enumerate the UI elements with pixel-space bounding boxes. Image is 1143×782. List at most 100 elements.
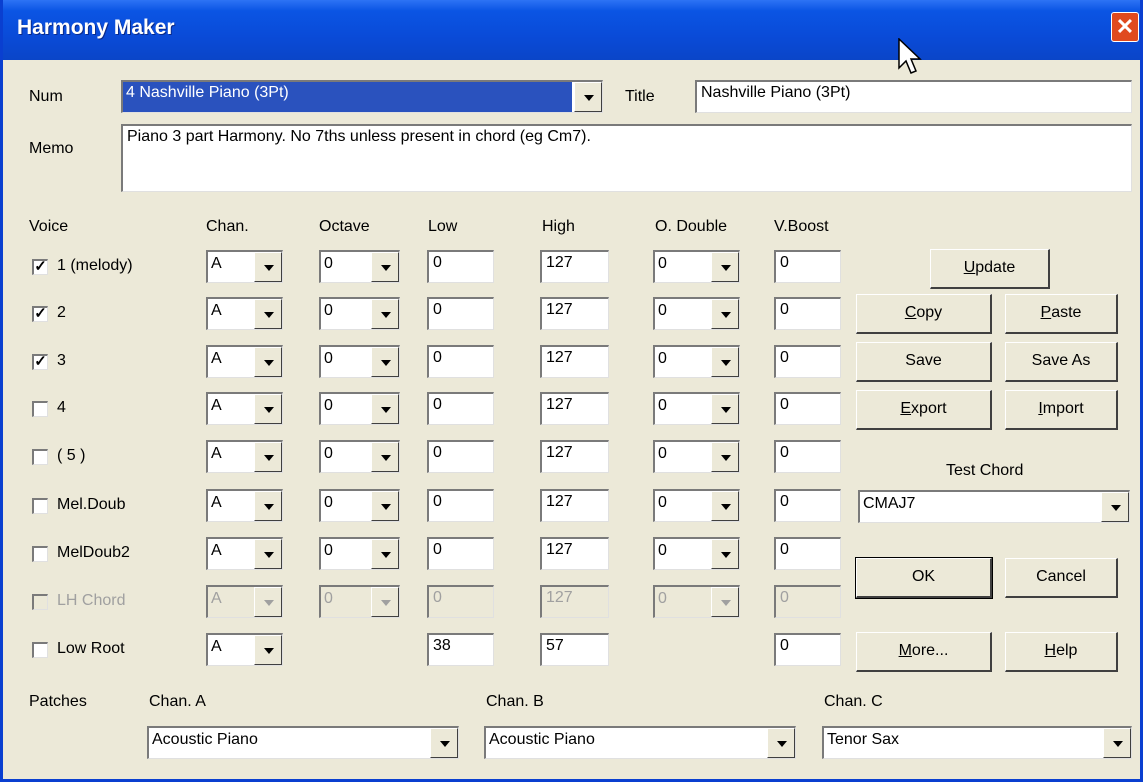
chevron-down-icon[interactable] [711, 394, 739, 424]
chevron-down-icon[interactable] [711, 442, 739, 472]
voice-chan-select[interactable]: A [206, 440, 283, 473]
chevron-down-icon[interactable] [574, 82, 602, 112]
paste-button[interactable]: Paste [1005, 294, 1118, 334]
voice-vboost-field[interactable]: 0 [774, 489, 841, 522]
num-select[interactable]: 4 Nashville Piano (3Pt) [121, 80, 603, 113]
title-bar[interactable]: Harmony Maker ✕ [3, 0, 1140, 60]
cancel-button[interactable]: Cancel [1005, 558, 1118, 598]
voice-checkbox[interactable] [32, 546, 48, 562]
chevron-down-icon[interactable] [711, 491, 739, 521]
chevron-down-icon[interactable] [371, 491, 399, 521]
voice-odouble-select[interactable]: 0 [653, 392, 740, 425]
voice-chan-select[interactable]: A [206, 489, 283, 522]
export-button[interactable]: Export [856, 390, 992, 430]
voice-odouble-select[interactable]: 0 [653, 489, 740, 522]
voice-chan-select[interactable]: A [206, 345, 283, 378]
voice-low-field[interactable]: 0 [427, 440, 494, 473]
voice-checkbox[interactable] [32, 642, 48, 658]
voice-high-field[interactable]: 127 [540, 250, 609, 283]
chevron-down-icon[interactable] [711, 347, 739, 377]
chevron-down-icon[interactable] [711, 539, 739, 569]
voice-octave-select[interactable]: 0 [319, 345, 400, 378]
chevron-down-icon[interactable] [371, 442, 399, 472]
title-field[interactable]: Nashville Piano (3Pt) [695, 80, 1132, 113]
voice-odouble-select[interactable]: 0 [653, 440, 740, 473]
chevron-down-icon[interactable] [254, 491, 282, 521]
chevron-down-icon[interactable] [430, 728, 458, 758]
voice-chan-select[interactable]: A [206, 537, 283, 570]
voice-low-field[interactable]: 38 [427, 633, 494, 666]
voice-vboost-field[interactable]: 0 [774, 345, 841, 378]
voice-vboost-field[interactable]: 0 [774, 297, 841, 330]
chan-b-patch-select[interactable]: Acoustic Piano [484, 726, 796, 759]
voice-vboost-field[interactable]: 0 [774, 392, 841, 425]
update-button[interactable]: Update [930, 249, 1050, 289]
voice-high-field[interactable]: 127 [540, 345, 609, 378]
save-as-button[interactable]: Save As [1005, 342, 1118, 382]
save-button[interactable]: Save [856, 342, 992, 382]
voice-checkbox[interactable] [32, 449, 48, 465]
chevron-down-icon[interactable] [254, 635, 282, 665]
chevron-down-icon[interactable] [254, 347, 282, 377]
voice-vboost-field[interactable]: 0 [774, 537, 841, 570]
voice-vboost-field[interactable]: 0 [774, 250, 841, 283]
chevron-down-icon[interactable] [711, 252, 739, 282]
chevron-down-icon[interactable] [254, 539, 282, 569]
import-button[interactable]: Import [1005, 390, 1118, 430]
voice-high-field[interactable]: 57 [540, 633, 609, 666]
voice-high-field[interactable]: 127 [540, 537, 609, 570]
voice-high-field[interactable]: 127 [540, 440, 609, 473]
voice-octave-select[interactable]: 0 [319, 537, 400, 570]
memo-field[interactable]: Piano 3 part Harmony. No 7ths unless pre… [121, 124, 1132, 192]
voice-checkbox[interactable]: ✓ [32, 306, 48, 322]
voice-checkbox[interactable]: ✓ [32, 354, 48, 370]
voice-chan-select[interactable]: A [206, 392, 283, 425]
chevron-down-icon[interactable] [371, 252, 399, 282]
chevron-down-icon[interactable] [1101, 492, 1129, 522]
voice-high-field[interactable]: 127 [540, 392, 609, 425]
close-button[interactable]: ✕ [1111, 12, 1139, 42]
voice-low-field[interactable]: 0 [427, 489, 494, 522]
voice-octave-select[interactable]: 0 [319, 392, 400, 425]
ok-button[interactable]: OK [855, 557, 993, 599]
chevron-down-icon[interactable] [371, 394, 399, 424]
chevron-down-icon[interactable] [371, 299, 399, 329]
help-button[interactable]: Help [1005, 632, 1118, 672]
chevron-down-icon[interactable] [1103, 728, 1131, 758]
chevron-down-icon[interactable] [711, 299, 739, 329]
voice-odouble-select[interactable]: 0 [653, 537, 740, 570]
voice-vboost-field[interactable]: 0 [774, 633, 841, 666]
chevron-down-icon[interactable] [254, 252, 282, 282]
voice-odouble-select[interactable]: 0 [653, 250, 740, 283]
voice-low-field[interactable]: 0 [427, 297, 494, 330]
voice-low-field[interactable]: 0 [427, 345, 494, 378]
chevron-down-icon[interactable] [254, 442, 282, 472]
voice-checkbox[interactable]: ✓ [32, 259, 48, 275]
voice-low-field[interactable]: 0 [427, 537, 494, 570]
chan-a-patch-select[interactable]: Acoustic Piano [147, 726, 459, 759]
voice-high-field[interactable]: 127 [540, 297, 609, 330]
voice-odouble-select[interactable]: 0 [653, 345, 740, 378]
voice-chan-select[interactable]: A [206, 297, 283, 330]
voice-low-field[interactable]: 0 [427, 250, 494, 283]
copy-button[interactable]: Copy [856, 294, 992, 334]
voice-chan-select[interactable]: A [206, 633, 283, 666]
test-chord-select[interactable]: CMAJ7 [858, 490, 1130, 523]
chevron-down-icon[interactable] [254, 299, 282, 329]
voice-octave-select[interactable]: 0 [319, 297, 400, 330]
voice-chan-select[interactable]: A [206, 250, 283, 283]
more-button[interactable]: More... [856, 632, 992, 672]
voice-checkbox[interactable] [32, 401, 48, 417]
voice-odouble-select[interactable]: 0 [653, 297, 740, 330]
voice-checkbox[interactable] [32, 498, 48, 514]
voice-octave-select[interactable]: 0 [319, 250, 400, 283]
voice-octave-select[interactable]: 0 [319, 489, 400, 522]
voice-high-field[interactable]: 127 [540, 489, 609, 522]
chevron-down-icon[interactable] [371, 539, 399, 569]
chevron-down-icon[interactable] [254, 394, 282, 424]
chan-c-patch-select[interactable]: Tenor Sax [822, 726, 1132, 759]
chevron-down-icon[interactable] [371, 347, 399, 377]
voice-low-field[interactable]: 0 [427, 392, 494, 425]
voice-octave-select[interactable]: 0 [319, 440, 400, 473]
voice-vboost-field[interactable]: 0 [774, 440, 841, 473]
